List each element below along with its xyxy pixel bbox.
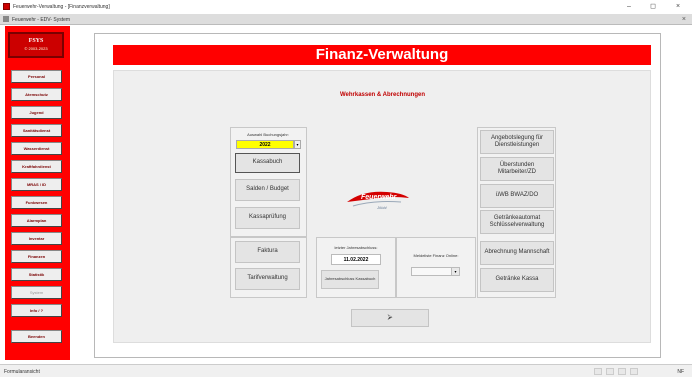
logo-text: Feuerwehr [361,194,398,201]
logo-years: © 2003-2023 [24,46,48,51]
feuerwehr-logo: Feuerwehr Jöbbl [347,191,409,210]
app-icon [3,3,10,10]
getraenkeautomat-button[interactable]: Getränkeautomat Schlüsselverwaltung [480,210,554,234]
page-title: Finanz-Verwaltung [113,45,651,65]
salden-budget-button[interactable]: Salden / Budget [235,179,300,201]
sidebar-item-sanitaetsdienst[interactable]: Sanitätsdienst [11,124,62,137]
status-text: Formularansicht [4,369,40,375]
window-title: Feuerwehr-Verwaltung - [Finanzverwaltung… [13,4,110,10]
sidebar-item-kraftfahrdienst[interactable]: Kraftfahrdienst [11,160,62,173]
abrechnung-mannschaft-button[interactable]: Abrechnung Mannschaft [480,241,554,265]
exit-icon: ⮚ [387,313,393,321]
angebotslegung-button[interactable]: Angebotslegung für Dienstleistungen [480,130,554,154]
view-layout-icon[interactable] [618,368,626,375]
buchungsjahr-select[interactable]: 2022 [236,140,294,149]
sidebar-item-funkwesen[interactable]: Funkwesen [11,196,62,209]
window-titlebar: Feuerwehr-Verwaltung - [Finanzverwaltung… [0,0,692,14]
sidebar-item-personal[interactable]: Personal [11,70,62,83]
jahresabschluss-button[interactable]: Jahresabschluss Kassabuch [321,270,379,289]
uwb-bwaz-button[interactable]: üWB BWAZ/DO [480,184,554,208]
kassapruefung-button[interactable]: Kassaprüfung [235,207,300,229]
chevron-down-icon[interactable]: ▾ [451,268,459,275]
sidebar-item-system[interactable]: System [11,286,62,299]
tab-feuerwehr-edv-system[interactable]: Feuerwehr - EDV- System [12,17,70,23]
jahresabschluss-label: letzter Jahresabschluss: [334,245,378,250]
sidebar-item-wasserdienst[interactable]: Wasserdienst [11,142,62,155]
jahresabschluss-date: 11.02.2022 [331,254,381,265]
sidebar-item-alarmplan[interactable]: Alarmplan [11,214,62,227]
sidebar-item-jugend[interactable]: Jugend [11,106,62,119]
sidebar-item-statistik[interactable]: Statistik [11,268,62,281]
view-form-icon[interactable] [594,368,602,375]
form-icon [3,16,9,22]
sidebar-item-beenden[interactable]: Beenden [11,330,62,343]
numlock-indicator: NF [677,369,684,375]
sidebar-item-finanzen[interactable]: Finanzen [11,250,62,263]
view-datasheet-icon[interactable] [606,368,614,375]
section-subtitle: Wehrkassen & Abrechnungen [339,92,426,98]
status-bar: Formularansicht NF [0,364,692,377]
meldeliste-label: Meldeliste Finanz Online: [413,253,459,258]
close-window-button[interactable]: × [673,2,683,12]
ueberstunden-button[interactable]: Überstunden Mitarbeiter/ZD [480,157,554,181]
kassabuch-button[interactable]: Kassabuch [235,153,300,173]
buchungsjahr-label: Auswahl Buchungsjahr: [247,132,289,137]
logo-name: FSYS [28,38,44,44]
document-tab-bar: Feuerwehr - EDV- System × [0,14,692,25]
sidebar-item-atemschutz[interactable]: Atemschutz [11,88,62,101]
tarifverwaltung-button[interactable]: Tarifverwaltung [235,268,300,290]
sidebar-item-info[interactable]: Info / ? [11,304,62,317]
minimize-button[interactable]: – [624,2,634,12]
close-tab-icon[interactable]: × [682,14,686,25]
finanz-online-select[interactable]: ▾ [411,267,460,276]
chevron-down-icon[interactable]: ▾ [294,140,301,149]
logo-subtext: Jöbbl [376,205,387,210]
sidebar-item-mras-id[interactable]: MRAS / ID [11,178,62,191]
view-design-icon[interactable] [630,368,638,375]
faktura-button[interactable]: Faktura [235,241,300,263]
getraenke-kassa-button[interactable]: Getränke Kassa [480,268,554,292]
fsys-logo: FSYS © 2003-2023 [8,32,64,58]
sidebar-item-inventar[interactable]: Inventar [11,232,62,245]
exit-button[interactable]: ⮚ [351,309,429,327]
maximize-button[interactable]: ◻ [648,2,658,12]
